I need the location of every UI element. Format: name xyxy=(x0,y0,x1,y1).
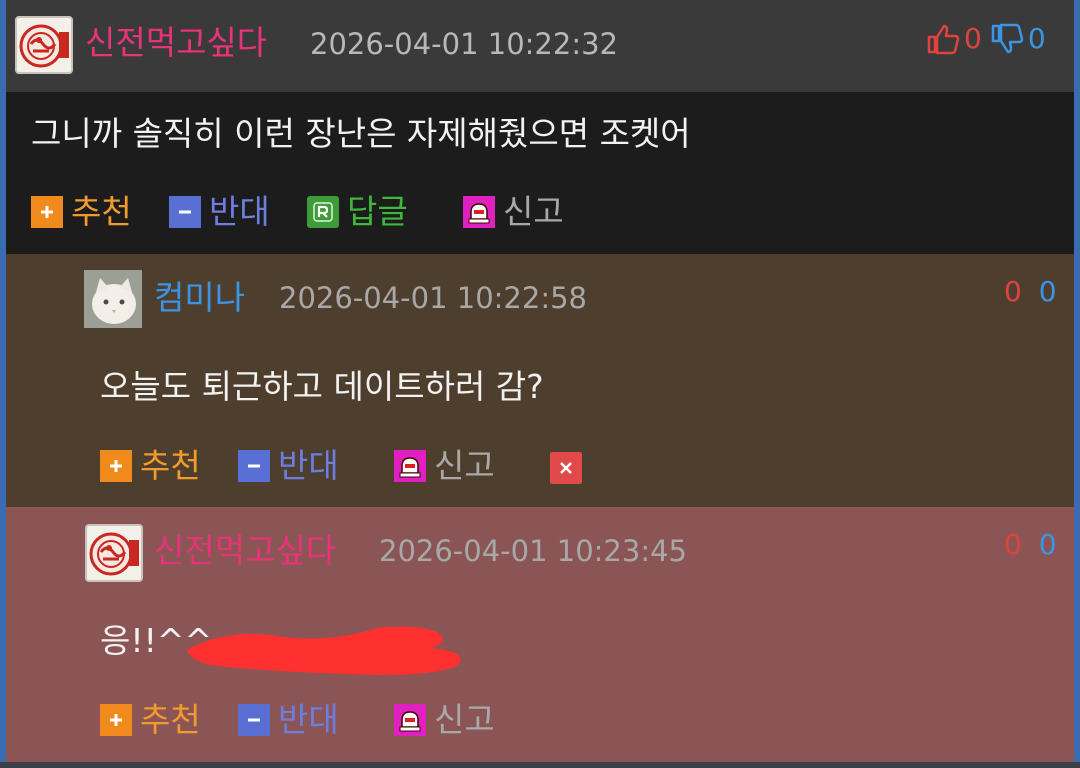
reply-button[interactable]: 답글 xyxy=(307,195,408,228)
plus-icon xyxy=(31,195,63,228)
minus-icon xyxy=(238,449,270,482)
recommend-button[interactable]: 추천 xyxy=(31,195,132,228)
report-label: 신고 xyxy=(434,446,495,485)
recommend-button[interactable]: 추천 xyxy=(100,449,201,482)
downvote-count[interactable]: 0 xyxy=(1039,528,1057,561)
report-label: 신고 xyxy=(503,192,564,231)
upvote-count[interactable]: 0 xyxy=(1004,528,1022,561)
reply-icon xyxy=(307,195,339,228)
report-label: 신고 xyxy=(434,700,495,739)
oppose-button[interactable]: 반대 xyxy=(238,449,339,482)
recommend-button[interactable]: 추천 xyxy=(100,703,201,736)
upvote-count[interactable]: 0 xyxy=(1004,275,1022,308)
recommend-label: 추천 xyxy=(140,446,201,485)
vote-counter: 0 0 xyxy=(1004,531,1057,559)
comment-text: 오늘도 퇴근하고 데이트하러 감? xyxy=(100,367,544,406)
nickname[interactable]: 신전먹고싶다 xyxy=(154,534,336,567)
delete-button[interactable] xyxy=(550,452,590,484)
seal-avatar-icon xyxy=(19,24,69,68)
vote-counter: 0 0 xyxy=(1004,278,1057,306)
avatar[interactable] xyxy=(85,524,143,582)
report-button[interactable]: 신고 xyxy=(394,703,495,736)
report-button[interactable]: 신고 xyxy=(463,195,564,228)
comment-text: 그니까 솔직히 이런 장난은 자제해줬으면 조켓어 xyxy=(31,114,691,153)
cat-avatar-icon xyxy=(84,270,142,328)
report-button[interactable]: 신고 xyxy=(394,449,495,482)
recommend-label: 추천 xyxy=(71,192,132,231)
oppose-label: 반대 xyxy=(278,700,339,739)
siren-icon xyxy=(463,195,495,228)
vote-counter: 0 0 xyxy=(926,22,1046,56)
timestamp: 2026-04-01 10:22:32 xyxy=(310,27,618,61)
thumbs-down-icon[interactable] xyxy=(990,22,1024,56)
plus-icon xyxy=(100,449,132,482)
nickname[interactable]: 신전먹고싶다 xyxy=(85,26,267,59)
delete-icon xyxy=(550,452,582,484)
reply-label: 답글 xyxy=(347,192,408,231)
oppose-button[interactable]: 반대 xyxy=(238,703,339,736)
bottom-border xyxy=(0,762,1080,768)
avatar[interactable] xyxy=(84,270,142,328)
oppose-button[interactable]: 반대 xyxy=(169,195,270,228)
right-border xyxy=(1074,0,1080,768)
nickname[interactable]: 컴미나 xyxy=(154,281,245,314)
timestamp: 2026-04-01 10:22:58 xyxy=(279,281,587,315)
redaction-scribble xyxy=(187,626,461,675)
minus-icon xyxy=(169,195,201,228)
oppose-label: 반대 xyxy=(209,192,270,231)
downvote-count[interactable]: 0 xyxy=(1039,275,1057,308)
siren-icon xyxy=(394,449,426,482)
siren-icon xyxy=(394,703,426,736)
upvote-count: 0 xyxy=(964,22,982,55)
plus-icon xyxy=(100,703,132,736)
comment-thread: 신전먹고싶다 2026-04-01 10:22:32 0 0 그니까 솔직히 이… xyxy=(0,0,1080,768)
downvote-count: 0 xyxy=(1027,22,1046,55)
minus-icon xyxy=(238,703,270,736)
timestamp: 2026-04-01 10:23:45 xyxy=(379,534,687,568)
avatar[interactable] xyxy=(15,16,73,74)
oppose-label: 반대 xyxy=(278,446,339,485)
recommend-label: 추천 xyxy=(140,700,201,739)
thumbs-up-icon[interactable] xyxy=(926,22,960,56)
seal-avatar-icon xyxy=(89,532,139,576)
